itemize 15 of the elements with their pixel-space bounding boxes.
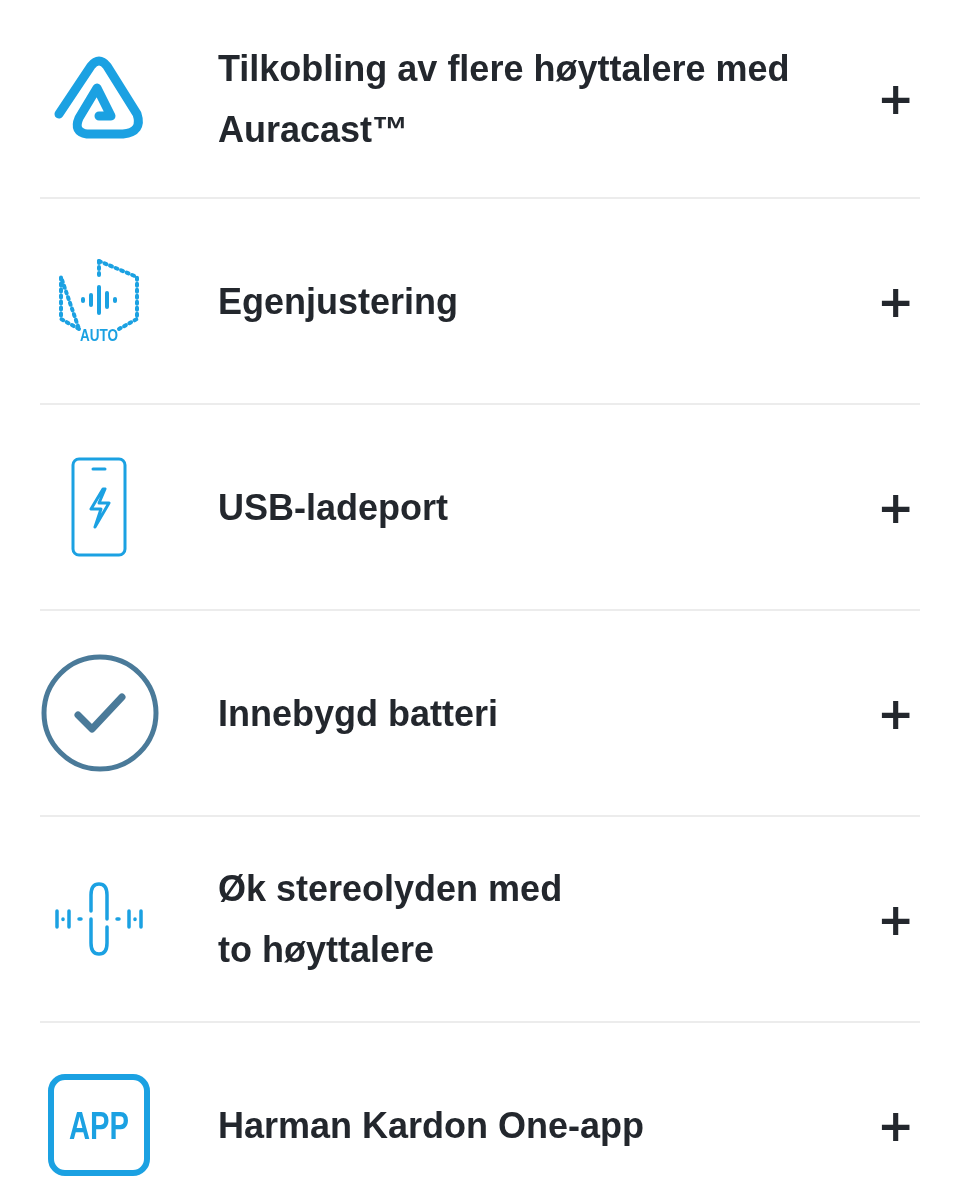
expand-button[interactable]: +	[871, 481, 920, 533]
feature-title: Harman Kardon One-app	[218, 1103, 646, 1148]
expand-button[interactable]: +	[871, 73, 920, 124]
feature-title: USB-ladeport	[218, 485, 449, 530]
check-circle-icon	[40, 653, 160, 773]
expand-button[interactable]: +	[871, 893, 920, 945]
feature-title: Egenjustering	[218, 279, 460, 324]
feature-title: Innebygd batteri	[218, 691, 500, 736]
feature-title: Tilkobling av flere høyttalere med Auracast™	[218, 46, 791, 152]
expand-button[interactable]: +	[871, 275, 920, 327]
phone-charging-icon	[71, 457, 127, 557]
feature-title: Øk stereolyden med to høyttalere	[218, 867, 564, 972]
expand-button[interactable]: +	[871, 687, 920, 739]
app-icon: APP	[47, 1073, 151, 1177]
expand-button[interactable]: +	[871, 1099, 920, 1151]
